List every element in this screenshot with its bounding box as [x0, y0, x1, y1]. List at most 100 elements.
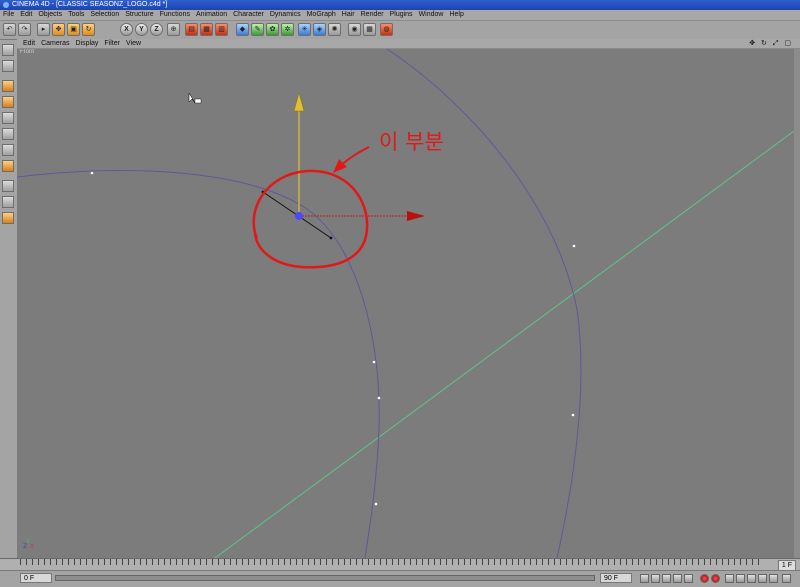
spline-point[interactable] — [372, 360, 376, 364]
menu-plugins[interactable]: Plugins — [387, 11, 416, 18]
goto-start-icon[interactable] — [640, 574, 649, 583]
view-menu-edit[interactable]: Edit — [20, 40, 38, 47]
menu-selection[interactable]: Selection — [87, 11, 122, 18]
menu-objects[interactable]: Objects — [35, 11, 65, 18]
timeline-options-icon[interactable] — [782, 574, 791, 583]
edges-tool-icon[interactable] — [2, 128, 14, 140]
uv-tool-icon[interactable] — [2, 160, 14, 172]
annotation-text: 이 부분 — [379, 130, 444, 154]
play-icon[interactable] — [662, 574, 671, 583]
view-menu-display[interactable]: Display — [72, 40, 101, 47]
snap-icon[interactable] — [2, 196, 14, 208]
next-frame-icon[interactable] — [673, 574, 682, 583]
undo-icon[interactable]: ↶ — [3, 23, 16, 36]
cursor-tooltip — [194, 98, 202, 104]
tangent-point[interactable] — [329, 236, 333, 240]
spline-outer — [386, 49, 582, 558]
array-icon[interactable]: ✲ — [281, 23, 294, 36]
window-title: CINEMA 4D - [CLASSIC SEASONZ_LOGO.c4d *] — [12, 1, 168, 8]
workplane-icon[interactable] — [2, 180, 14, 192]
keyframe-param-icon[interactable] — [758, 574, 767, 583]
spline-point[interactable] — [572, 244, 576, 248]
model-tool-icon[interactable] — [2, 60, 14, 72]
spline-inner — [17, 170, 380, 558]
viewport-menu: Edit Cameras Display Filter View ✥ ↻ ⤢ ▢ — [17, 39, 800, 49]
menu-animation[interactable]: Animation — [193, 11, 230, 18]
menu-dynamics[interactable]: Dynamics — [267, 11, 304, 18]
keyframe-rotate-icon[interactable] — [736, 574, 745, 583]
mouse-cursor-icon — [188, 92, 196, 104]
select-icon[interactable]: ▸ — [37, 23, 50, 36]
cinema4d-logo-icon — [3, 2, 9, 8]
menu-edit[interactable]: Edit — [17, 11, 35, 18]
keyframe-move-icon[interactable] — [725, 574, 734, 583]
menu-window[interactable]: Window — [416, 11, 447, 18]
goto-end-icon[interactable] — [684, 574, 693, 583]
timeline-ticks — [20, 559, 760, 565]
cube-icon[interactable]: ◆ — [236, 23, 249, 36]
front-viewport[interactable]: 이 부분 Y X Z Front — [17, 49, 794, 558]
menu-hair[interactable]: Hair — [339, 11, 358, 18]
spline-point[interactable] — [571, 413, 575, 417]
menu-tools[interactable]: Tools — [65, 11, 87, 18]
y-axis-arrow-icon[interactable] — [293, 92, 305, 112]
x-axis-arrow-icon[interactable] — [407, 211, 425, 221]
make-editable-icon[interactable] — [2, 44, 14, 56]
menu-mograph[interactable]: MoGraph — [304, 11, 339, 18]
view-menu-cameras[interactable]: Cameras — [38, 40, 72, 47]
view-menu-view[interactable]: View — [123, 40, 144, 47]
max-frame-field[interactable]: 90 F — [600, 573, 632, 583]
x-axis-button[interactable]: X — [120, 23, 133, 36]
polygons-tool-icon[interactable] — [2, 144, 14, 156]
prev-frame-icon[interactable] — [651, 574, 660, 583]
paint-icon[interactable]: ◍ — [380, 23, 393, 36]
right-panel-edge — [794, 49, 800, 558]
light-icon[interactable]: ✺ — [328, 23, 341, 36]
selected-point[interactable] — [295, 212, 303, 220]
main-toolbar: ↶ ↷ ▸ ✥ ▣ ↻ X Y Z ⊕ ▤ ▦ ▥ ◆ ✎ ✿ ✲ ✳ ◈ ✺ … — [0, 21, 800, 40]
scene-icon[interactable]: ◈ — [313, 23, 326, 36]
camera-icon[interactable]: ◉ — [348, 23, 361, 36]
autokey-icon[interactable] — [711, 574, 720, 583]
spline-point[interactable] — [374, 502, 378, 506]
render-picture-icon[interactable]: ▦ — [200, 23, 213, 36]
menu-functions[interactable]: Functions — [157, 11, 193, 18]
move-icon[interactable]: ✥ — [52, 23, 65, 36]
keyframe-pla-icon[interactable] — [769, 574, 778, 583]
scale-icon[interactable]: ▣ — [67, 23, 80, 36]
object-tool-icon[interactable] — [2, 80, 14, 92]
axis-indicator-z-icon: Z — [23, 543, 27, 550]
spline-point[interactable] — [90, 171, 94, 175]
z-axis-button[interactable]: Z — [150, 23, 163, 36]
current-frame-field[interactable]: 0 F — [20, 573, 52, 583]
coord-system-icon[interactable]: ⊕ — [167, 23, 180, 36]
menu-file[interactable]: File — [0, 11, 17, 18]
keyframe-scale-icon[interactable] — [747, 574, 756, 583]
transport-bar: 0 F 90 F — [0, 570, 800, 587]
y-axis-button[interactable]: Y — [135, 23, 148, 36]
rotate-icon[interactable]: ↻ — [82, 23, 95, 36]
deformer-icon[interactable]: ✳ — [298, 23, 311, 36]
menu-character[interactable]: Character — [230, 11, 267, 18]
redo-icon[interactable]: ↷ — [18, 23, 31, 36]
viewport-nav-icons[interactable]: ✥ ↻ ⤢ ▢ — [746, 39, 796, 48]
spline-pen-icon[interactable]: ✎ — [251, 23, 264, 36]
menu-structure[interactable]: Structure — [122, 11, 156, 18]
menu-help[interactable]: Help — [446, 11, 466, 18]
record-icon[interactable] — [700, 574, 709, 583]
sculpt-icon[interactable] — [2, 212, 14, 224]
render-settings-icon[interactable]: ▥ — [215, 23, 228, 36]
menu-bar: File Edit Objects Tools Selection Structure Fu… — [0, 10, 800, 21]
spline-point[interactable] — [377, 396, 381, 400]
render-view-icon[interactable]: ▤ — [185, 23, 198, 36]
viewport-canvas: 이 부분 Y X Z — [17, 49, 794, 558]
points-tool-icon[interactable] — [2, 112, 14, 124]
null-icon[interactable]: ▦ — [363, 23, 376, 36]
frame-range-slider[interactable] — [55, 575, 595, 581]
axis-indicator-x-icon: X — [30, 543, 34, 550]
menu-render[interactable]: Render — [358, 11, 387, 18]
texture-tool-icon[interactable] — [2, 96, 14, 108]
view-menu-filter[interactable]: Filter — [101, 40, 123, 47]
left-palette — [0, 40, 18, 558]
nurbs-icon[interactable]: ✿ — [266, 23, 279, 36]
